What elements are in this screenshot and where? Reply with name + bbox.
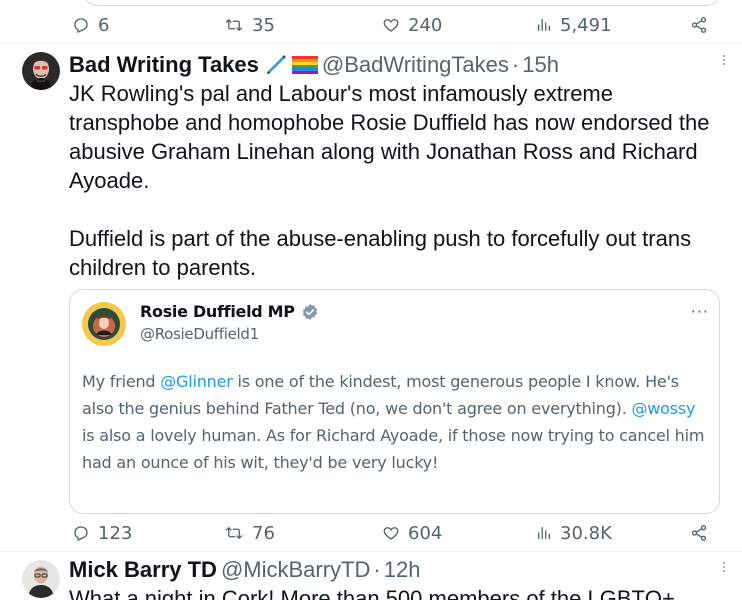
- views-count: 30.8K: [560, 522, 612, 544]
- previous-tweet-media[interactable]: [82, 0, 722, 6]
- avatar-image: [82, 302, 126, 346]
- heart-icon: [383, 527, 399, 540]
- quoted-more-button[interactable]: ···: [691, 302, 709, 321]
- quoted-tweet[interactable]: Rosie Duffield MP @RosieDuffield1 ··· My…: [69, 289, 720, 514]
- retweet-button[interactable]: 76: [224, 518, 275, 548]
- views-icon: [538, 527, 550, 539]
- like-button[interactable]: 240: [382, 10, 442, 40]
- share-icon: [691, 17, 707, 33]
- tweet-actions: 123 76 604 30.8K: [0, 518, 742, 548]
- mention-link[interactable]: @Glinner: [160, 372, 233, 391]
- quoted-author-handle[interactable]: @RosieDuffield1: [140, 325, 259, 343]
- tweet-body: JK Rowling's pal and Labour's most infam…: [69, 79, 729, 282]
- like-count: 604: [408, 522, 443, 544]
- share-icon: [691, 525, 707, 541]
- reply-button[interactable]: 123: [72, 518, 132, 548]
- retweet-count: 76: [252, 522, 275, 544]
- reply-button[interactable]: 6: [72, 10, 109, 40]
- quoted-text: My friend @Glinner is one of the kindest…: [82, 368, 712, 476]
- tweet-paragraph: Duffield is part of the abuse-enabling p…: [69, 226, 692, 280]
- separator-dot: ·: [373, 557, 381, 582]
- pen-icon: [266, 55, 286, 74]
- avatar-image: [22, 560, 60, 598]
- rainbow-flag-icon: [291, 56, 318, 74]
- author-handle[interactable]: @BadWritingTakes: [322, 52, 509, 78]
- more-options-button[interactable]: [722, 55, 726, 65]
- verified-badge-icon: [302, 303, 317, 320]
- tweet-body: What a night in Cork! More than 500 memb…: [69, 586, 675, 600]
- quoted-text-segment: My friend: [82, 372, 161, 391]
- quoted-text-segment: is also a lovely human. As for Richard A…: [82, 426, 705, 472]
- author-handle[interactable]: @MickBarryTD: [221, 557, 370, 583]
- heart-icon: [383, 19, 399, 32]
- tweet-header: Bad Writing Takes @BadWritingTakes · 15h: [69, 50, 702, 80]
- quoted-author-name: Rosie Duffield MP: [140, 302, 295, 321]
- share-button[interactable]: [690, 10, 708, 40]
- reply-count: 123: [98, 522, 133, 544]
- like-button[interactable]: 604: [382, 518, 442, 548]
- tweet-header: Mick Barry TD @MickBarryTD · 12h: [69, 555, 702, 585]
- share-button[interactable]: [690, 518, 708, 548]
- views-button[interactable]: 5,491: [536, 10, 612, 40]
- more-options-button[interactable]: [722, 562, 726, 572]
- quoted-author-avatar: [82, 302, 126, 346]
- views-icon: [538, 19, 550, 31]
- retweet-icon: [225, 19, 243, 31]
- views-button[interactable]: 30.8K: [536, 518, 612, 548]
- retweet-count: 35: [252, 14, 275, 36]
- previous-tweet-actions: 6 35 240 5,491: [0, 10, 742, 40]
- tweet-time[interactable]: 15h: [522, 52, 559, 78]
- tweet-paragraph: JK Rowling's pal and Labour's most infam…: [69, 81, 710, 193]
- reply-icon: [74, 18, 88, 33]
- like-count: 240: [408, 14, 443, 36]
- avatar-image: [22, 52, 60, 90]
- views-count: 5,491: [560, 14, 612, 36]
- retweet-icon: [225, 527, 243, 539]
- tweet-time[interactable]: 12h: [384, 557, 421, 583]
- author-name[interactable]: Mick Barry TD: [69, 557, 217, 583]
- retweet-button[interactable]: 35: [224, 10, 275, 40]
- author-avatar[interactable]: [22, 560, 60, 598]
- mention-link[interactable]: @wossy: [631, 399, 695, 418]
- reply-icon: [74, 526, 88, 541]
- reply-count: 6: [98, 14, 110, 36]
- separator-dot: ·: [511, 52, 520, 77]
- author-emoji: [264, 53, 318, 77]
- author-name[interactable]: Bad Writing Takes: [69, 52, 259, 78]
- divider: [0, 551, 742, 552]
- author-avatar[interactable]: [22, 52, 60, 90]
- divider: [0, 43, 742, 44]
- quoted-author[interactable]: Rosie Duffield MP: [140, 302, 319, 321]
